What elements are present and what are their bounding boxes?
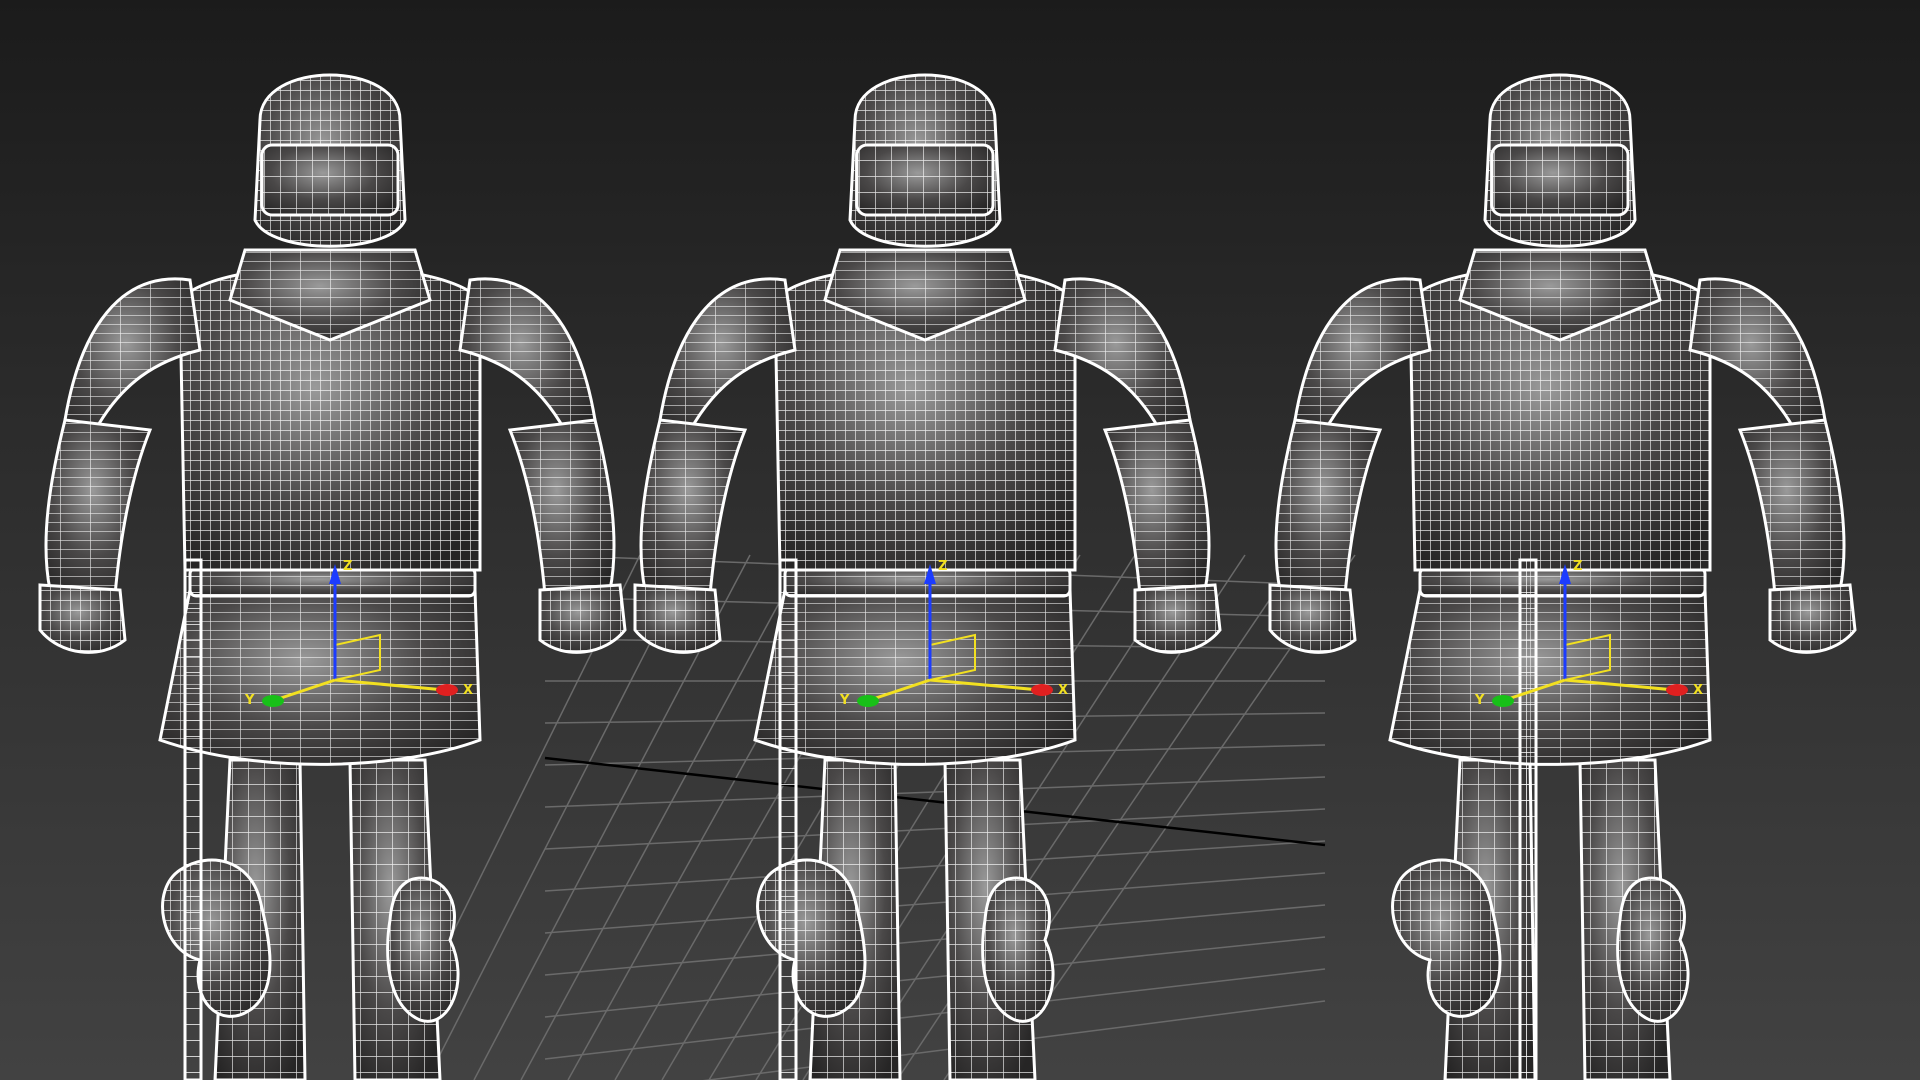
world-axis-line xyxy=(544,756,1326,847)
gizmo-x-label: X xyxy=(1058,683,1068,698)
grid-line xyxy=(544,872,1326,934)
gizmo-y-label: Y xyxy=(244,693,255,708)
grid-line xyxy=(544,968,1326,1060)
3d-viewport[interactable]: Z X Y Z X Y Z X Y xyxy=(0,0,1920,1080)
helmet-visor-wire xyxy=(1492,145,1628,215)
viewport-scene[interactable]: Z X Y Z X Y Z X Y xyxy=(0,0,1920,1080)
gizmo-x-handle[interactable] xyxy=(1031,684,1053,696)
grid-line xyxy=(544,904,1326,976)
gizmo-x-handle[interactable] xyxy=(436,684,458,696)
sword-scabbard xyxy=(1518,558,1538,1080)
tasset-skirt-wire xyxy=(755,590,1075,765)
sword-scabbard xyxy=(183,558,203,1080)
gizmo-z-label: Z xyxy=(1573,559,1582,574)
gizmo-x-handle[interactable] xyxy=(1666,684,1688,696)
gizmo-y-handle[interactable] xyxy=(1492,695,1514,707)
grid-line xyxy=(544,808,1326,850)
gizmo-y-label: Y xyxy=(1474,693,1485,708)
left-arm-wire xyxy=(45,420,150,595)
left-arm-wire xyxy=(1275,420,1380,595)
helmet-visor-wire xyxy=(262,145,398,215)
sword-scabbard xyxy=(778,558,798,1080)
left-arm-wire xyxy=(640,420,745,595)
right-arm-wire xyxy=(1740,420,1845,595)
right-arm-wire xyxy=(1105,420,1210,595)
gizmo-x-label: X xyxy=(463,683,473,698)
gizmo-y-handle[interactable] xyxy=(857,695,879,707)
gizmo-x-label: X xyxy=(1693,683,1703,698)
tasset-skirt-wire xyxy=(160,590,480,765)
armor-knight-back-right-view: Z X Y xyxy=(1268,73,1857,1080)
right-arm-wire xyxy=(510,420,615,595)
armor-knight-back-left-view: Z X Y xyxy=(38,73,627,1080)
grid-line xyxy=(544,840,1326,892)
tasset-skirt-wire xyxy=(1390,590,1710,765)
gizmo-y-handle[interactable] xyxy=(262,695,284,707)
gizmo-y-label: Y xyxy=(839,693,850,708)
armor-models: Z X Y Z X Y Z X Y xyxy=(38,73,1857,1080)
helmet-visor-wire xyxy=(857,145,993,215)
gizmo-z-label: Z xyxy=(343,559,352,574)
grid-line xyxy=(702,1000,1326,1080)
gizmo-z-label: Z xyxy=(938,559,947,574)
